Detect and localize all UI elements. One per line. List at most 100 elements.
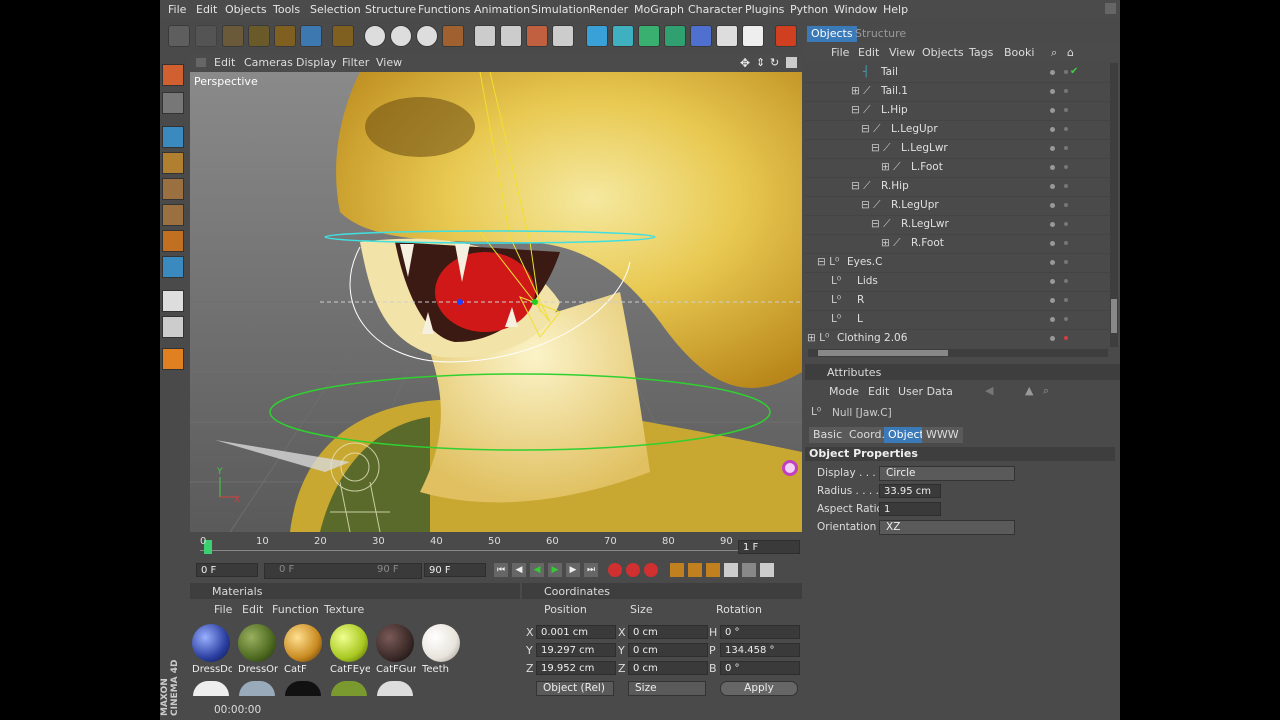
viewport-menu-display[interactable]: Display	[296, 56, 337, 69]
rot-h-field[interactable]: 0 °	[720, 625, 800, 639]
attr-tab-basic[interactable]: Basic	[809, 427, 847, 443]
obj-menu-edit[interactable]: Edit	[858, 46, 879, 59]
menu-character[interactable]: Character	[688, 3, 742, 16]
back-arrow-icon[interactable]: ◀	[985, 384, 993, 397]
key-position-icon[interactable]	[670, 563, 684, 577]
joint-point[interactable]	[532, 299, 538, 305]
rot-p-field[interactable]: 134.458 °	[720, 643, 800, 657]
viewport-menu-view[interactable]: View	[376, 56, 402, 69]
edges-mode-icon[interactable]	[162, 204, 184, 226]
attr-tab-www[interactable]: WWW	[922, 427, 963, 443]
menu-plugins[interactable]: Plugins	[745, 3, 784, 16]
maximize-view-icon[interactable]	[786, 57, 797, 68]
tree-row[interactable]: ⊟ ⟋ L.LegUpr	[805, 120, 1110, 140]
tree-row[interactable]: ⊟ ⟋ R.LegLwr	[805, 215, 1110, 235]
tree-row[interactable]: ⊟ ⟋ R.Hip	[805, 177, 1110, 197]
tree-row[interactable]: ⊞ ⟋ Tail.1	[805, 82, 1110, 102]
key-parameter-icon[interactable]	[724, 563, 738, 577]
tree-row[interactable]: ⊞ L⁰ Clothing 2.06	[805, 329, 1110, 347]
menu-simulation[interactable]: Simulation	[531, 3, 590, 16]
tree-row[interactable]: L⁰ L	[805, 310, 1110, 330]
texture-icon[interactable]	[162, 92, 184, 114]
pos-x-field[interactable]: 0.001 cm	[536, 625, 616, 639]
search-icon[interactable]: ⌕	[1051, 46, 1057, 60]
size-z-field[interactable]: 0 cm	[628, 661, 708, 675]
obj-menu-file[interactable]: File	[831, 46, 849, 59]
key-pla-icon[interactable]	[742, 563, 756, 577]
viewport-menu-filter[interactable]: Filter	[342, 56, 369, 69]
play-backward-icon[interactable]: ◀	[530, 563, 544, 577]
material-swatch[interactable]: DressOn	[238, 624, 278, 676]
undo-icon[interactable]	[168, 25, 190, 47]
material-swatch[interactable]: CatF	[284, 624, 324, 676]
perspective-viewport[interactable]: Y X Perspective	[190, 72, 802, 532]
polygons-mode-icon[interactable]	[162, 230, 184, 252]
pos-y-field[interactable]: 19.297 cm	[536, 643, 616, 657]
help-pointer-icon[interactable]	[775, 25, 797, 47]
menu-python[interactable]: Python	[790, 3, 828, 16]
scale-icon[interactable]	[274, 25, 296, 47]
attr-tab-coord[interactable]: Coord.	[845, 427, 889, 443]
materials-menu-file[interactable]: File	[214, 603, 232, 616]
menu-structure[interactable]: Structure	[365, 3, 416, 16]
menu-edit[interactable]: Edit	[196, 3, 217, 16]
render-picture-viewer-icon[interactable]	[500, 25, 522, 47]
tree-row[interactable]: ⊟ ⟋ R.LegUpr	[805, 196, 1110, 216]
zoom-view-icon[interactable]: ⇕	[756, 56, 769, 69]
snapping-icon[interactable]	[162, 316, 184, 338]
go-to-start-icon[interactable]: ⏮	[494, 563, 508, 577]
key-rotation-icon[interactable]	[706, 563, 720, 577]
tree-row[interactable]: ⊟ ⟋ L.Hip	[805, 101, 1110, 121]
go-to-end-icon[interactable]: ⏭	[584, 563, 598, 577]
tree-row[interactable]: L⁰ R	[805, 291, 1110, 311]
redo-icon[interactable]	[195, 25, 217, 47]
make-editable-icon[interactable]	[162, 64, 184, 86]
menu-help[interactable]: Help	[883, 3, 908, 16]
z-axis-lock-icon[interactable]	[416, 25, 438, 47]
rotate-icon[interactable]	[300, 25, 322, 47]
workplane-icon[interactable]	[162, 348, 184, 370]
live-selection-icon[interactable]	[222, 25, 244, 47]
menu-render[interactable]: Render	[589, 3, 628, 16]
obj-menu-objects[interactable]: Objects	[922, 46, 964, 59]
attr-menu-edit[interactable]: Edit	[868, 385, 889, 398]
pos-z-field[interactable]: 19.952 cm	[536, 661, 616, 675]
menu-tools[interactable]: Tools	[273, 3, 300, 16]
obj-menu-tags[interactable]: Tags	[969, 46, 993, 59]
search-attr-icon[interactable]: ⌕	[1043, 384, 1049, 398]
size-y-field[interactable]: 0 cm	[628, 643, 708, 657]
object-axis-icon[interactable]	[162, 152, 184, 174]
tree-row[interactable]: ┤ Tail ✔	[805, 63, 1110, 83]
start-frame-field[interactable]: 0 F	[196, 563, 258, 577]
coordinate-mode-dropdown[interactable]: Object (Rel)	[536, 681, 614, 696]
key-scale-icon[interactable]	[688, 563, 702, 577]
prev-key-icon[interactable]: ◀	[512, 563, 526, 577]
menu-animation[interactable]: Animation	[474, 3, 530, 16]
size-x-field[interactable]: 0 cm	[628, 625, 708, 639]
timeline[interactable]: 0 10 20 30 40 50 60 70 80 90 1 F	[190, 536, 802, 560]
next-key-icon[interactable]: ▶	[566, 563, 580, 577]
tree-row[interactable]: ⊟ ⟋ L.LegLwr	[805, 139, 1110, 159]
enable-axis-icon[interactable]	[162, 256, 184, 278]
model-mode-icon[interactable]	[162, 126, 184, 148]
nurbs-icon[interactable]	[638, 25, 660, 47]
tree-row[interactable]: ⊞ ⟋ R.Foot	[805, 234, 1110, 254]
deformer-icon[interactable]	[690, 25, 712, 47]
x-axis-lock-icon[interactable]	[364, 25, 386, 47]
object-tree-hscrollbar[interactable]	[808, 349, 1108, 357]
autokey-icon[interactable]	[626, 563, 640, 577]
display-dropdown[interactable]: Circle	[879, 466, 1015, 481]
end-frame-field[interactable]: 90 F	[424, 563, 486, 577]
obj-menu-bookmarks[interactable]: Booki	[1004, 46, 1034, 59]
viewport-menu-edit[interactable]: Edit	[214, 56, 235, 69]
timeline-menu-icon[interactable]	[760, 563, 774, 577]
size-mode-dropdown[interactable]: Size	[628, 681, 706, 696]
materials-menu-function[interactable]: Function	[272, 603, 319, 616]
y-axis-lock-icon[interactable]	[390, 25, 412, 47]
menu-mograph[interactable]: MoGraph	[634, 3, 684, 16]
move-view-icon[interactable]: ✥	[740, 56, 753, 70]
tree-row[interactable]: ⊞ ⟋ L.Foot	[805, 158, 1110, 178]
menu-window[interactable]: Window	[834, 3, 877, 16]
menu-selection[interactable]: Selection	[310, 3, 361, 16]
restore-window-icon[interactable]	[1105, 3, 1116, 14]
